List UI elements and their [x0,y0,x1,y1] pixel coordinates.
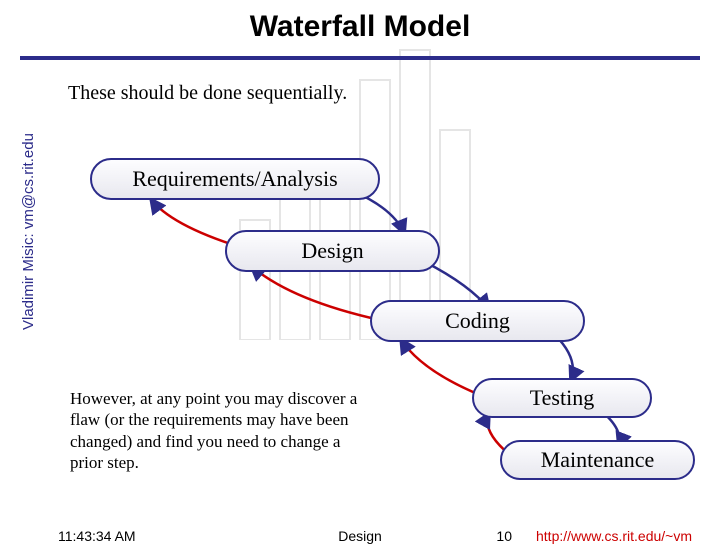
slide-title: Waterfall Model [0,0,720,56]
intro-text: These should be done sequentially. [68,82,720,105]
stage-design: Design [225,230,440,272]
footer-center-label: Design [338,528,382,544]
stage-requirements: Requirements/Analysis [90,158,380,200]
title-divider [20,56,700,60]
stage-maintenance: Maintenance [500,440,695,480]
author-sidebar: Vladimir Misic: vm@cs.rit.edu [20,133,37,330]
stage-testing: Testing [472,378,652,418]
footer-page-number: 10 [496,528,512,544]
footer-time: 11:43:34 AM [58,528,136,544]
stage-coding: Coding [370,300,585,342]
feedback-note: However, at any point you may discover a… [70,388,375,473]
footer-url: http://www.cs.rit.edu/~vm [536,528,692,544]
